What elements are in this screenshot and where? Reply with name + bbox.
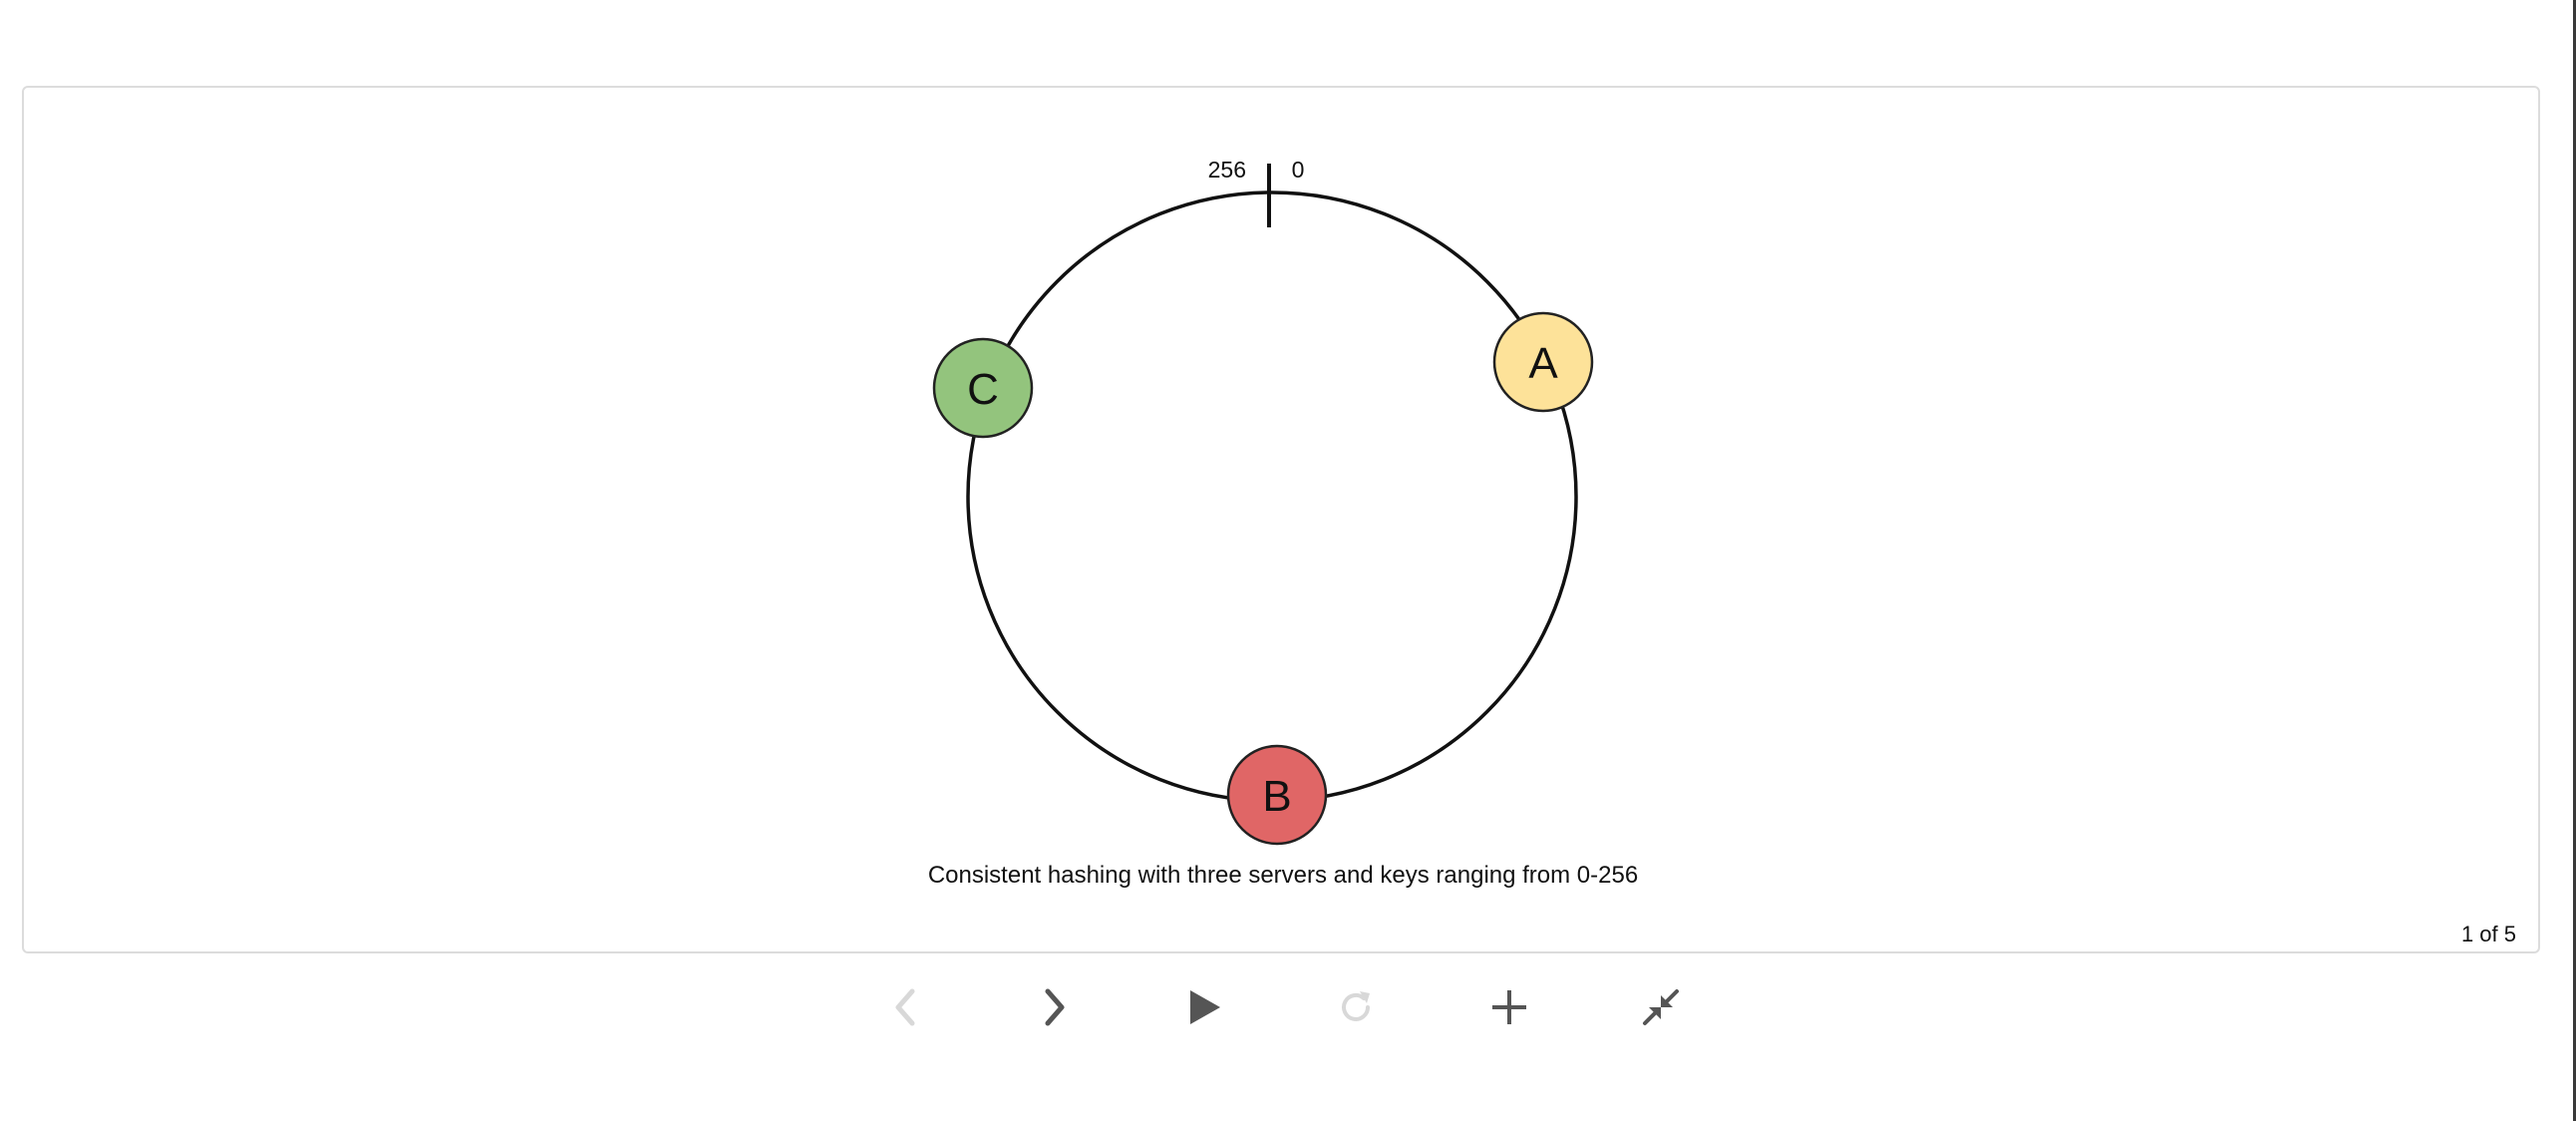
hash-ring: [966, 190, 1578, 803]
server-node-b-label: B: [1262, 772, 1291, 821]
slide-frame: 256 0 A B C Consistent hashing with thre…: [22, 86, 2540, 953]
repeat-button[interactable]: [1326, 977, 1386, 1037]
diagram-caption: Consistent hashing with three servers an…: [927, 862, 1639, 889]
chevron-right-icon: [1045, 988, 1065, 1026]
plus-icon: [1492, 990, 1526, 1024]
slide-counter: 1 of 5: [2460, 922, 2516, 946]
repeat-icon: [1342, 991, 1370, 1021]
add-button[interactable]: [1479, 977, 1539, 1037]
server-node-a-label: A: [1528, 339, 1558, 388]
server-node-c: C: [932, 337, 1034, 439]
slideshow-page: 256 0 A B C Consistent hashing with thre…: [0, 0, 2576, 1121]
play-button[interactable]: [1174, 977, 1234, 1037]
slideshow-controls: [0, 977, 2576, 1037]
tick-label-256: 256: [1208, 157, 1246, 183]
collapse-button[interactable]: [1631, 977, 1691, 1037]
server-node-a: A: [1492, 311, 1594, 413]
server-node-b: B: [1226, 744, 1328, 846]
play-icon: [1190, 990, 1220, 1024]
next-button[interactable]: [1025, 977, 1085, 1037]
collapse-icon: [1643, 989, 1679, 1025]
tick-label-0: 0: [1292, 157, 1305, 183]
consistent-hashing-diagram: 256 0 A B C: [932, 157, 1594, 846]
chevron-left-icon: [895, 988, 915, 1026]
server-node-c-label: C: [967, 365, 999, 414]
previous-button[interactable]: [875, 977, 935, 1037]
